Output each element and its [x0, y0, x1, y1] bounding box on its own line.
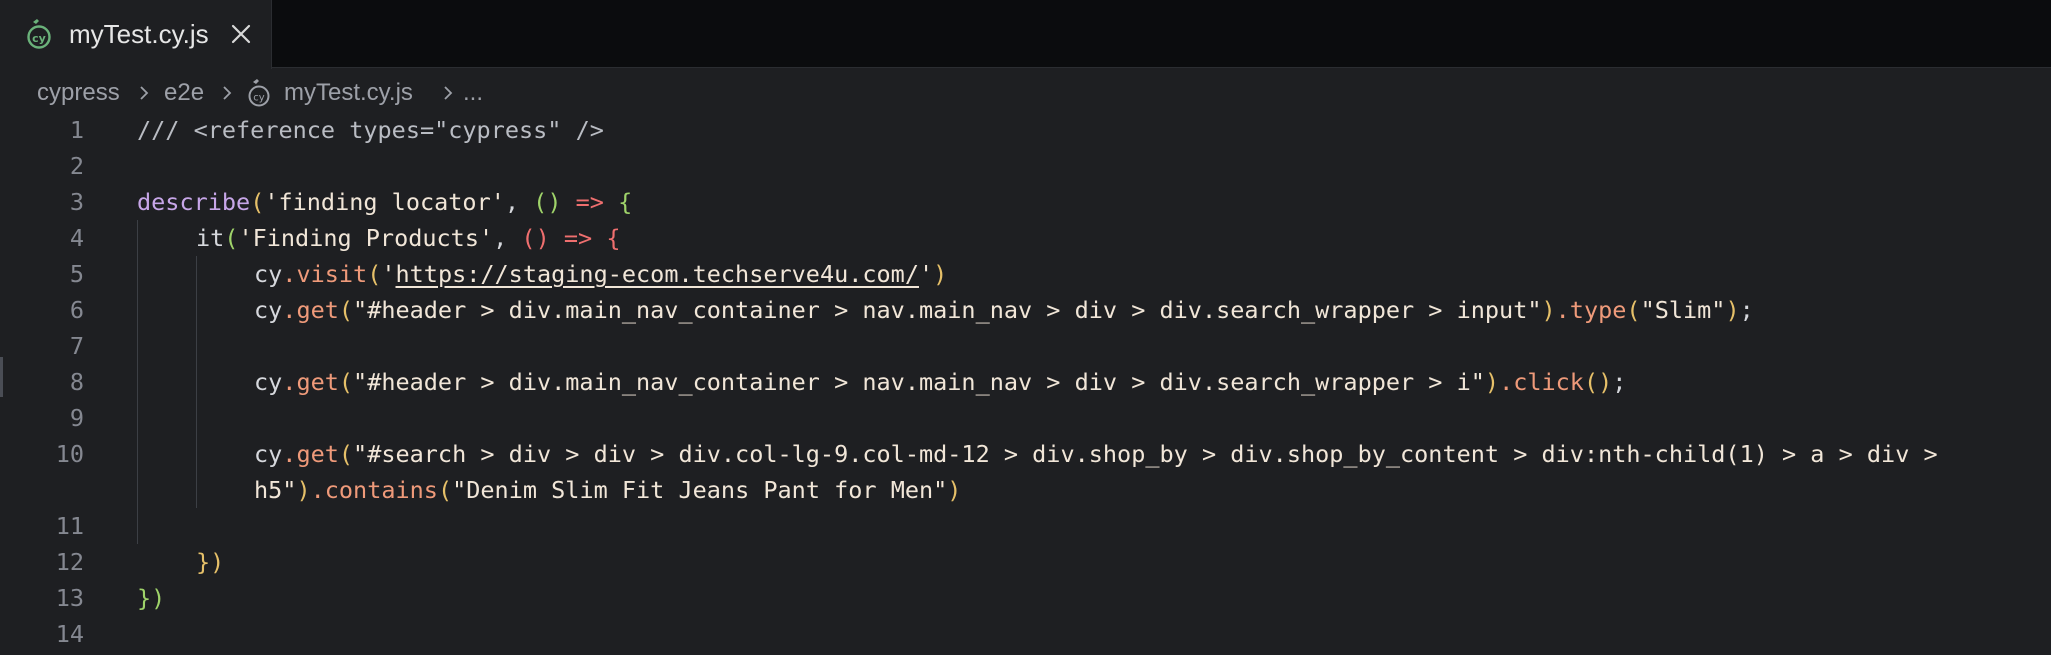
brace: { — [618, 188, 633, 216]
semicolon: ; — [1739, 296, 1754, 324]
breadcrumb-item-symbols[interactable]: ... — [463, 76, 483, 110]
closing-brace: }) — [196, 548, 225, 576]
method-call: .type — [1555, 296, 1627, 324]
paren: ) — [933, 260, 948, 288]
breadcrumb-item-cypress[interactable]: cypress — [37, 76, 120, 110]
paren: ) — [1541, 296, 1556, 324]
indent-guide — [137, 220, 138, 544]
arrow-operator: => — [561, 188, 619, 216]
code-line-1[interactable]: /// <reference types="cypress" /> — [137, 112, 604, 148]
paren: ( — [437, 476, 453, 504]
paren: ( — [338, 296, 354, 324]
tab-label: myTest.cy.js — [69, 19, 209, 49]
svg-text:cy: cy — [253, 93, 264, 104]
cypress-file-icon: cy — [248, 79, 270, 107]
cy-object: cy — [254, 368, 283, 396]
code-line-3[interactable]: describe('finding locator', () => { — [137, 184, 632, 220]
line-number: 6 — [69, 296, 84, 324]
method-call: .get — [282, 440, 339, 468]
code-line-8[interactable]: cy.get("#header > div.main_nav_container… — [254, 364, 1626, 400]
quote: ' — [918, 260, 934, 288]
line-number: 2 — [69, 152, 84, 180]
breadcrumb: cypress e2e cy myTest.cy.js ... — [0, 76, 2051, 110]
line-number: 3 — [69, 188, 84, 216]
line-number: 10 — [55, 440, 84, 468]
paren: ) — [947, 476, 962, 504]
tab-mytest-cy-js[interactable]: cy myTest.cy.js — [0, 0, 272, 69]
paren: ( — [250, 188, 265, 216]
paren: ) — [296, 476, 311, 504]
line-number: 4 — [69, 224, 84, 252]
line-number: 13 — [55, 584, 84, 612]
string-literal: h5" — [254, 476, 297, 504]
paren: ( — [338, 440, 354, 468]
paren: ) — [1725, 296, 1740, 324]
breadcrumb-item-e2e[interactable]: e2e — [164, 76, 204, 110]
code-line-4[interactable]: it('Finding Products', () => { — [196, 220, 620, 256]
paren: ) — [1484, 368, 1500, 396]
string-literal: "#search > div > div > div.col-lg-9.col-… — [353, 440, 1938, 468]
chevron-right-icon — [140, 86, 149, 100]
paren: () — [533, 188, 562, 216]
method-call: .visit — [282, 260, 368, 288]
chevron-right-icon — [223, 86, 232, 100]
line-number: 11 — [55, 512, 84, 540]
line-number: 12 — [55, 548, 84, 576]
method-call: .click — [1499, 368, 1584, 396]
cy-object: cy — [254, 440, 283, 468]
breadcrumb-item-file[interactable]: myTest.cy.js — [284, 76, 413, 110]
describe-keyword: describe — [137, 188, 251, 216]
paren: () — [521, 224, 550, 252]
code-line-10-wrap[interactable]: h5").contains("Denim Slim Fit Jeans Pant… — [254, 472, 961, 508]
line-number: 14 — [55, 620, 84, 648]
cy-object: cy — [254, 296, 283, 324]
paren: ( — [367, 260, 382, 288]
code-editor[interactable]: 1 2 3 4 5 6 7 8 9 10 11 12 13 14 /// <re… — [0, 112, 2051, 655]
code-line-10[interactable]: cy.get("#search > div > div > div.col-lg… — [254, 436, 1938, 472]
paren: () — [1583, 368, 1613, 396]
it-keyword: it — [196, 224, 225, 252]
string-literal: "Denim Slim Fit Jeans Pant for Men" — [452, 476, 948, 504]
comma: , — [493, 224, 522, 252]
method-call: .get — [282, 296, 339, 324]
line-number: 8 — [69, 368, 84, 396]
line-number: 5 — [69, 260, 84, 288]
paren: ( — [338, 368, 354, 396]
string-literal: "#header > div.main_nav_container > nav.… — [353, 368, 1485, 396]
quote: ' — [381, 260, 396, 288]
line-number: 7 — [69, 332, 84, 360]
string-literal: "Slim" — [1640, 296, 1726, 324]
comma: , — [504, 188, 534, 216]
brace: { — [606, 224, 621, 252]
svg-text:cy: cy — [32, 32, 46, 45]
close-icon[interactable] — [229, 22, 253, 46]
arrow-operator: => — [549, 224, 607, 252]
closing-brace: }) — [137, 584, 166, 612]
line-number: 1 — [69, 116, 84, 144]
method-call: .contains — [310, 476, 438, 504]
line-number: 9 — [69, 404, 84, 432]
code-line-13[interactable]: }) — [137, 580, 165, 616]
chevron-right-icon — [444, 86, 453, 100]
code-line-12[interactable]: }) — [196, 544, 224, 580]
tab-bar: cy myTest.cy.js — [0, 0, 2051, 69]
url-link[interactable]: https://staging-ecom.techserve4u.com/ — [396, 260, 919, 288]
code-line-6[interactable]: cy.get("#header > div.main_nav_container… — [254, 292, 1754, 328]
cy-object: cy — [254, 260, 283, 288]
semicolon: ; — [1612, 368, 1627, 396]
paren: ( — [1626, 296, 1641, 324]
paren: ( — [224, 224, 239, 252]
reference-directive: /// <reference types="cypress" /> — [137, 116, 604, 144]
indent-guide — [196, 256, 197, 508]
string-literal: 'finding locator' — [264, 188, 505, 216]
string-literal: 'Finding Products' — [238, 224, 494, 252]
method-call: .get — [282, 368, 339, 396]
string-literal: "#header > div.main_nav_container > nav.… — [353, 296, 1542, 324]
code-line-5[interactable]: cy.visit('https://staging-ecom.techserve… — [254, 256, 947, 292]
cypress-file-icon: cy — [27, 19, 51, 49]
